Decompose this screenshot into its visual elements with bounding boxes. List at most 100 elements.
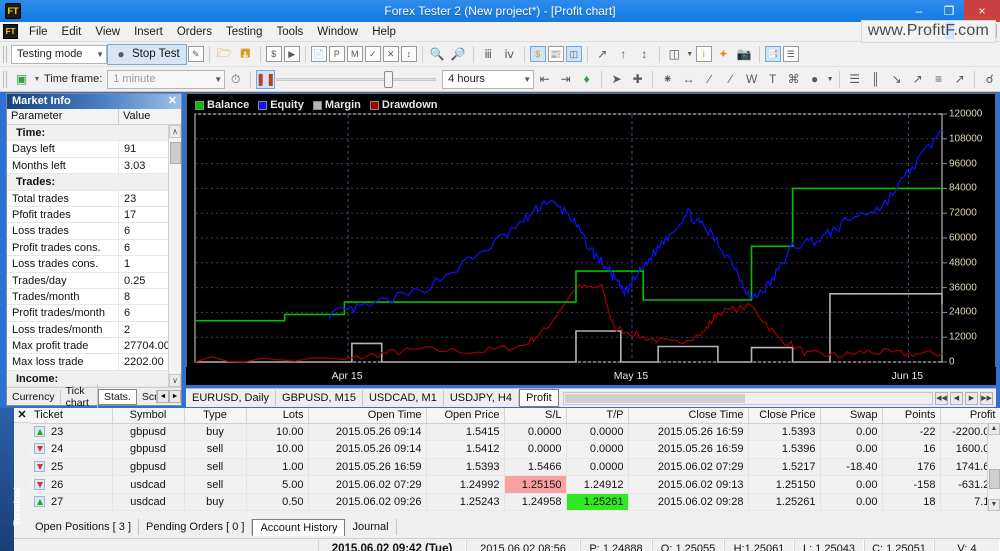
market-info-row[interactable]: Total trades 23 xyxy=(7,190,181,207)
mi-tab-scr[interactable]: Scr xyxy=(137,389,157,404)
menu-tools[interactable]: Tools xyxy=(269,24,310,40)
open-folder-icon[interactable]: 🗁 xyxy=(215,45,234,64)
cursor-icon[interactable]: ➤ xyxy=(607,70,626,89)
notes-icon[interactable]: 📑 xyxy=(764,46,781,62)
market-info-row[interactable]: Days left 91 xyxy=(7,141,181,158)
crosshair-icon[interactable]: ✚ xyxy=(628,70,647,89)
close-button[interactable]: × xyxy=(964,0,1000,22)
maximize-button[interactable]: ❐ xyxy=(934,0,964,22)
col-lots[interactable]: Lots xyxy=(246,408,309,424)
channel-icon[interactable]: ↗ xyxy=(908,70,927,89)
scroll-next-icon[interactable]: ▶ xyxy=(965,391,978,405)
toolbar-grip[interactable] xyxy=(3,70,8,88)
col-swap[interactable]: Swap xyxy=(820,408,883,424)
col-close-price[interactable]: Close Price xyxy=(748,408,821,424)
columns-icon[interactable]: ║ xyxy=(866,70,885,89)
col-symbol[interactable]: Symbol xyxy=(112,408,185,424)
menu-help[interactable]: Help xyxy=(365,24,403,40)
tab-account-history[interactable]: Account History xyxy=(252,518,346,536)
fibonacci-icon[interactable]: ⌘ xyxy=(784,70,803,89)
fit-height-icon[interactable]: ↕ xyxy=(400,46,417,62)
table-row[interactable]: 27 usdcad buy 0.50 2015.06.02 09:26 1.25243 1.… xyxy=(30,493,1000,512)
text-cursor-icon[interactable]: ⁕ xyxy=(658,70,677,89)
table-row[interactable]: 24 gbpusd sell 10.00 2015.05.26 09:14 1.5412 0… xyxy=(30,440,1000,459)
table-row[interactable]: 23 gbpusd buy 10.00 2015.05.26 09:14 1.5415 0.… xyxy=(30,423,1000,442)
scroll-down-icon[interactable]: ∨ xyxy=(169,374,181,387)
terminal-close-icon[interactable]: ✕ xyxy=(14,408,30,423)
menu-file[interactable]: File xyxy=(22,24,55,40)
slider-thumb[interactable] xyxy=(384,71,394,88)
ray-line-icon[interactable]: ∕ xyxy=(721,70,740,89)
news-icon[interactable]: 📰 xyxy=(547,46,564,62)
col-open-time[interactable]: Open Time xyxy=(308,408,427,424)
market-info-row[interactable]: Profit trades cons. 6 xyxy=(7,239,181,257)
table-row[interactable]: 25 gbpusd sell 1.00 2015.05.26 16:59 1.5393 1.… xyxy=(30,458,1000,477)
tab-open-positions[interactable]: Open Positions [ 3 ] xyxy=(28,519,139,535)
mi-tab-nav-prev[interactable]: ◄ xyxy=(157,390,169,403)
market-info-row[interactable]: Profit trades/month 6 xyxy=(7,305,181,322)
market-info-scrollbar[interactable]: ∧ ∨ xyxy=(168,125,181,387)
scroll-prev-icon[interactable]: ◀ xyxy=(950,391,963,405)
clock-icon[interactable]: ⏱ xyxy=(226,70,245,89)
pitchfork-icon[interactable]: ↗ xyxy=(950,70,969,89)
w-pattern-icon[interactable]: W xyxy=(742,70,761,89)
link-icon[interactable]: ☌ xyxy=(980,70,999,89)
list-icon[interactable]: ☰ xyxy=(782,46,799,62)
indicator-icon[interactable]: ⅲ xyxy=(479,45,498,64)
col-points[interactable]: Points xyxy=(882,408,941,424)
chart-tab-gbpusd-m15[interactable]: GBPUSD, M15 xyxy=(276,390,363,406)
market-info-row[interactable]: Pfofit trades 17 xyxy=(7,206,181,224)
checkmark-box-icon[interactable]: ✓ xyxy=(364,46,381,62)
dropdown-arrow-icon[interactable]: ▼ xyxy=(826,70,834,89)
scroll-last-icon[interactable]: ▶▶ xyxy=(980,391,993,405)
menu-insert[interactable]: Insert xyxy=(127,24,170,40)
candle-updown-icon[interactable]: ♦ xyxy=(577,70,596,89)
horizontal-line-icon[interactable]: ↔ xyxy=(679,70,698,89)
timeframe-combo[interactable]: 1 minute ▼ xyxy=(107,69,226,89)
bar-period-combo[interactable]: 4 hours ▼ xyxy=(442,69,535,89)
col-ticket[interactable]: Ticket xyxy=(30,408,113,424)
table-vertical-scrollbar[interactable]: ▲ ▼ xyxy=(987,423,1000,511)
profit-chart[interactable]: Balance Equity Margin Drawdown 0 12000 240… xyxy=(186,93,996,383)
menu-view[interactable]: View xyxy=(88,24,127,40)
scroll-down-icon[interactable]: ▼ xyxy=(988,499,1000,511)
scroll-thumb[interactable] xyxy=(170,142,181,164)
dropdown-arrow-icon[interactable]: ▼ xyxy=(686,45,694,64)
chart-with-pencil-icon[interactable]: ✎ xyxy=(187,46,204,62)
close-x-box-icon[interactable]: ✕ xyxy=(382,46,399,62)
template-icon[interactable]: ◫ xyxy=(665,45,684,64)
minimize-button[interactable]: – xyxy=(904,0,934,22)
magnifier-m-icon[interactable]: M xyxy=(346,46,363,62)
chart-tab-eurusd-daily[interactable]: EURUSD, Daily xyxy=(186,390,277,406)
dollar-icon[interactable]: $ xyxy=(529,46,546,62)
scroll-up-icon[interactable]: ∧ xyxy=(169,125,181,138)
stop-test-button[interactable]: ● Stop Test xyxy=(107,43,187,65)
tab-journal[interactable]: Journal xyxy=(345,519,397,535)
measure-icon[interactable]: ↕ xyxy=(635,45,654,64)
col-open-price[interactable]: Open Price xyxy=(426,408,505,424)
mi-tab-nav-next[interactable]: ► xyxy=(169,390,181,403)
scroll-thumb[interactable] xyxy=(989,469,1000,489)
trendline-icon[interactable]: ↗ xyxy=(593,45,612,64)
pause-icon[interactable]: ❚❚ xyxy=(256,69,276,89)
tab-pending-orders[interactable]: Pending Orders [ 0 ] xyxy=(139,519,253,535)
col-tp[interactable]: T/P xyxy=(566,408,629,424)
mi-tab-currency[interactable]: Currency xyxy=(7,389,61,404)
save-folder-icon[interactable]: 🖪 xyxy=(236,45,255,64)
trend-line-icon[interactable]: ∕ xyxy=(700,70,719,89)
menu-window[interactable]: Window xyxy=(310,24,365,40)
menu-edit[interactable]: Edit xyxy=(55,24,89,40)
properties-p-icon[interactable]: P xyxy=(328,46,345,62)
table-row[interactable]: 26 usdcad sell 5.00 2015.06.02 07:29 1.24992 1… xyxy=(30,475,1000,494)
terminal-side-label[interactable]: Terminal xyxy=(0,408,23,551)
chart-tab-usdcad-m1[interactable]: USDCAD, M1 xyxy=(363,390,444,406)
scroll-thumb[interactable] xyxy=(565,393,745,403)
vertical-line-icon[interactable]: ↑ xyxy=(614,45,633,64)
shape-icon[interactable]: ● xyxy=(805,70,824,89)
market-info-row[interactable]: Loss trades 6 xyxy=(7,223,181,240)
testing-mode-combo[interactable]: Testing mode ▼ xyxy=(11,44,107,64)
market-info-row[interactable]: Months left 3.03 xyxy=(7,157,181,175)
window-split-icon[interactable]: ◫ xyxy=(565,46,582,62)
col-type[interactable]: Type xyxy=(184,408,247,424)
camera-icon[interactable]: 📷 xyxy=(735,45,754,64)
